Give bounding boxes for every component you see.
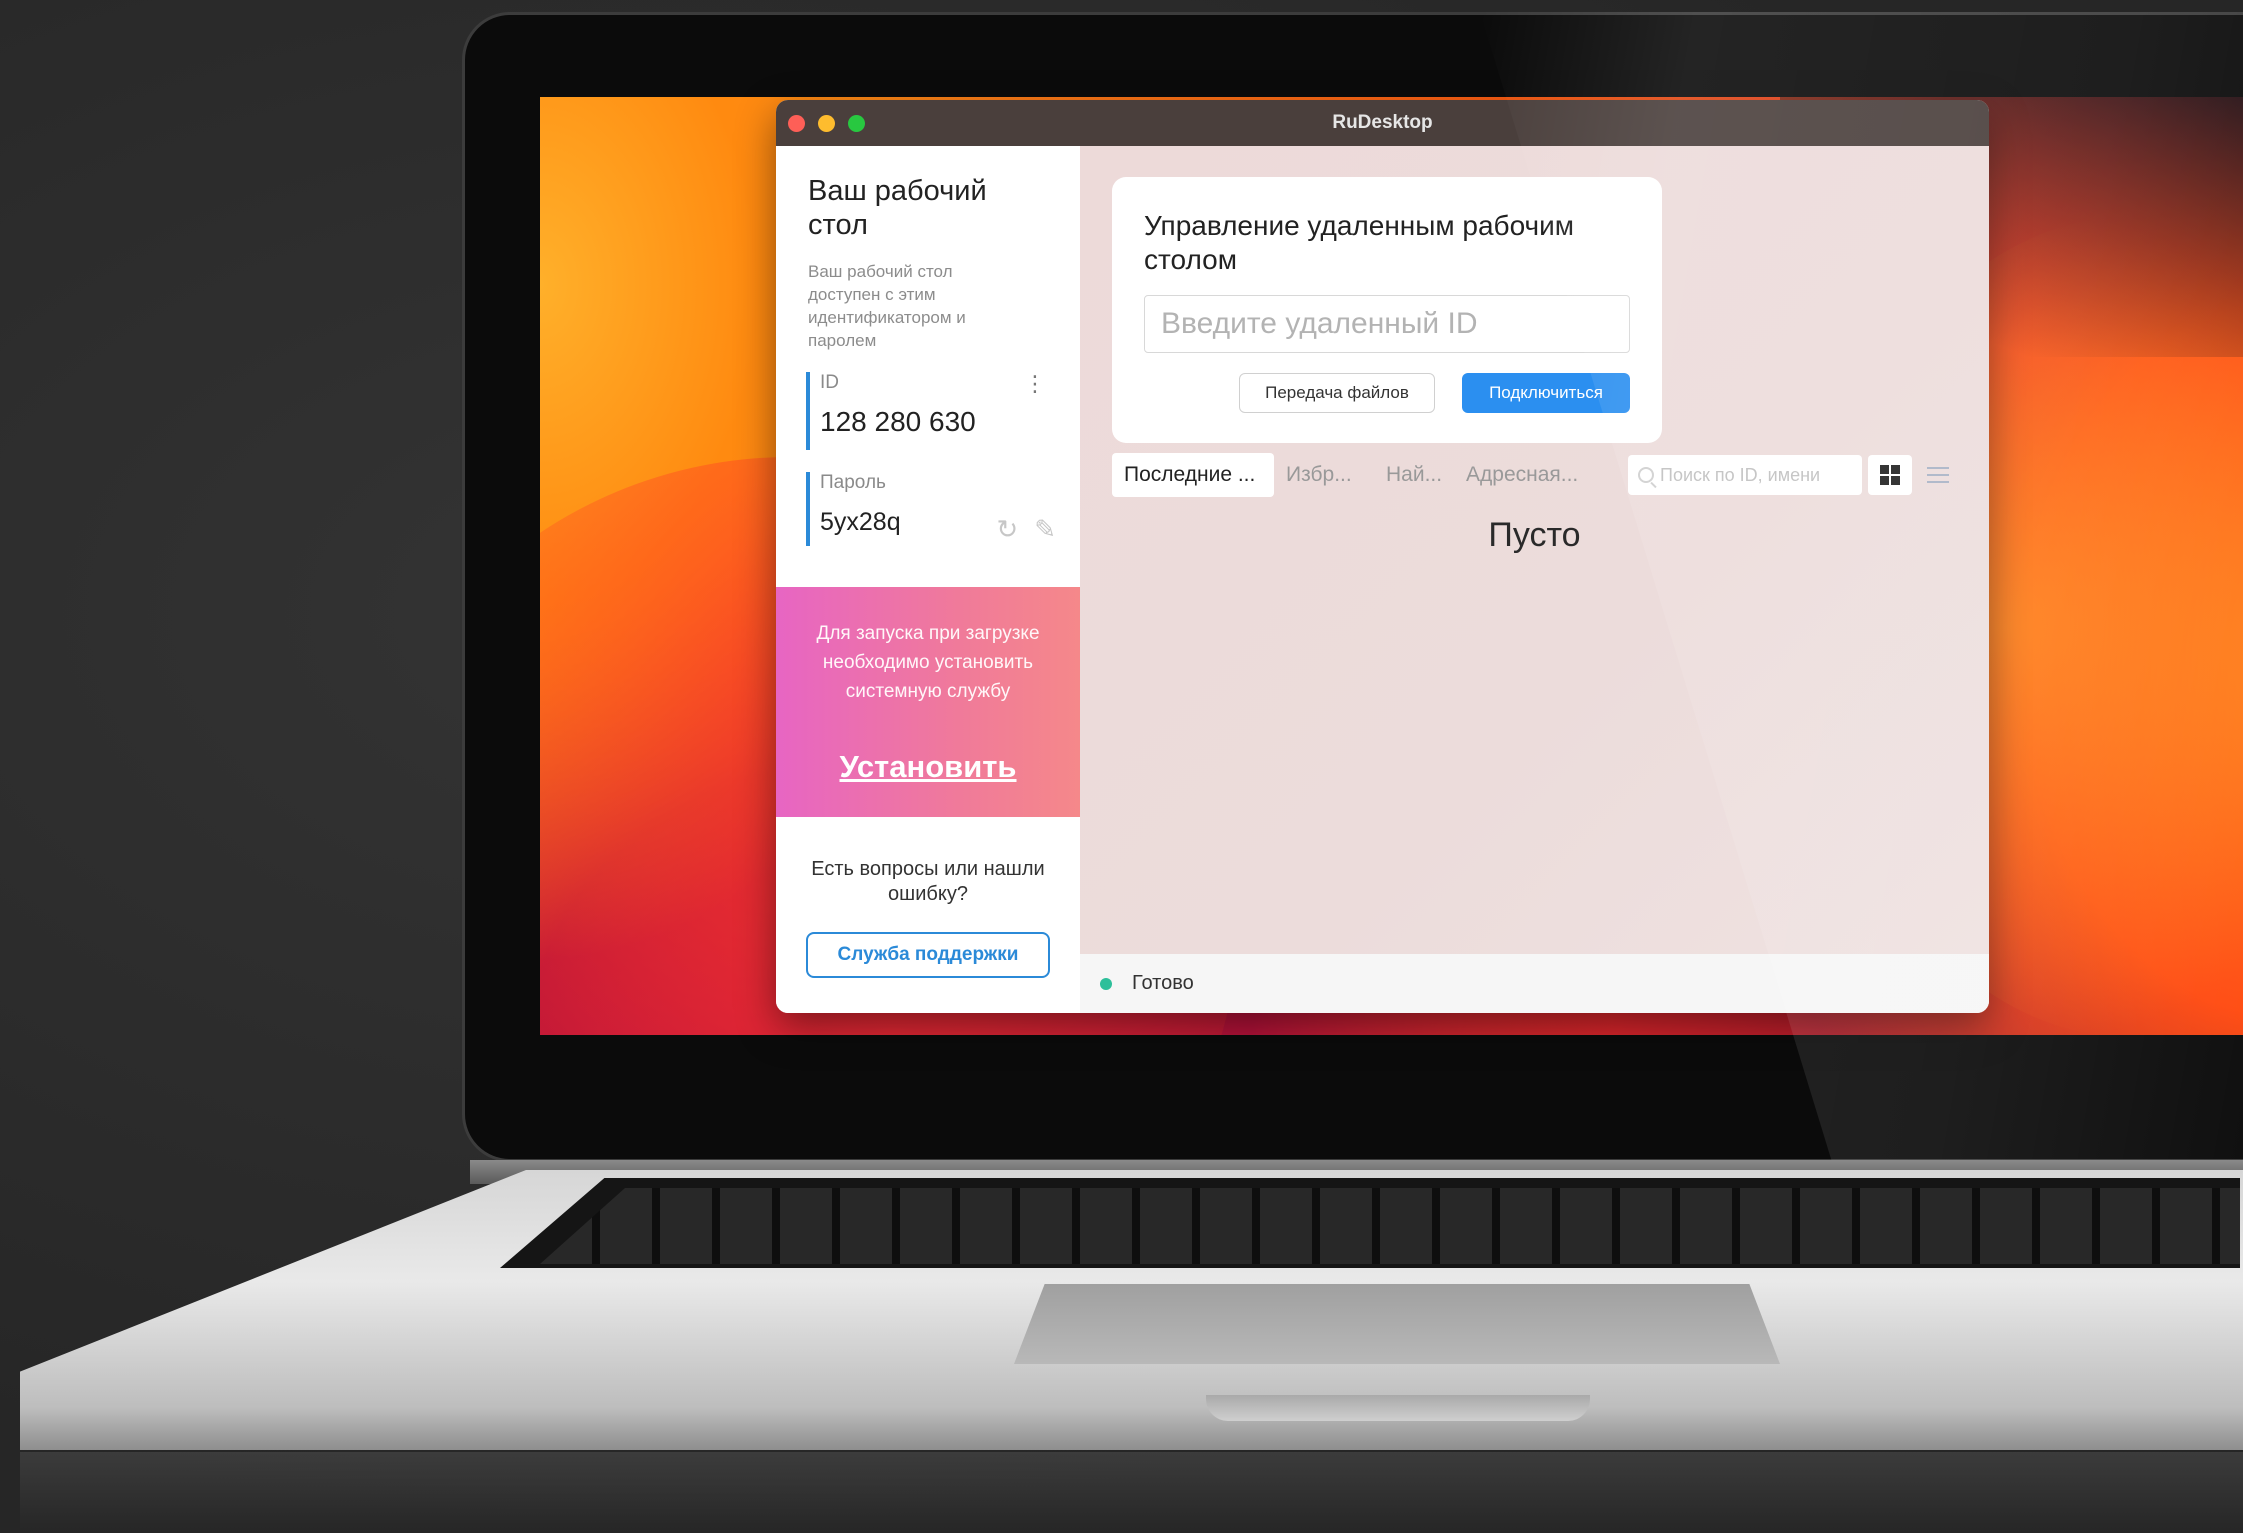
app-window: RuDesktop Ваш рабочий стол Ваш рабочий с… xyxy=(776,100,1989,1013)
more-vertical-icon[interactable]: ⋮ xyxy=(1024,373,1046,395)
sidebar-description: Ваш рабочий стол доступен с этим идентиф… xyxy=(808,262,966,350)
status-bar: Готово xyxy=(1080,954,1989,1013)
remote-id-input[interactable] xyxy=(1144,295,1630,353)
photo-background: RuDesktop Ваш рабочий стол Ваш рабочий с… xyxy=(0,0,2243,1533)
password-field: Пароль 5yx28q ↻ ✎ xyxy=(806,472,1056,546)
id-value[interactable]: 128 280 630 xyxy=(820,406,1056,438)
refresh-icon[interactable]: ↻ xyxy=(996,514,1018,545)
status-dot-icon xyxy=(1100,977,1112,990)
install-service-banner: Для запуска при загрузке необходимо уста… xyxy=(776,587,1080,817)
status-text: Готово xyxy=(1132,972,1194,994)
list-icon xyxy=(1927,467,1949,483)
sidebar: Ваш рабочий стол Ваш рабочий стол доступ… xyxy=(776,146,1080,1013)
empty-state: Пусто xyxy=(1488,516,1581,554)
peer-search xyxy=(1628,455,1862,495)
peer-tabs: Последние ... Избр... Най... Адресная... xyxy=(1112,453,1596,497)
support-button[interactable]: Служба поддержки xyxy=(806,932,1050,978)
title-bar: RuDesktop xyxy=(776,100,1989,146)
window-title: RuDesktop xyxy=(1332,112,1433,133)
remote-control-card: Управление удаленным рабочим столом Пере… xyxy=(1112,177,1662,443)
password-label: Пароль xyxy=(820,472,886,493)
window-zoom-button[interactable] xyxy=(848,115,865,132)
grid-view-button[interactable] xyxy=(1868,455,1912,495)
tab-discovered[interactable]: Най... xyxy=(1374,453,1454,497)
window-minimize-button[interactable] xyxy=(818,115,835,132)
file-transfer-button[interactable]: Передача файлов xyxy=(1239,373,1435,413)
promo-text: Для запуска при загрузке необходимо уста… xyxy=(816,623,1040,702)
grid-icon xyxy=(1880,465,1900,485)
id-field: ID 128 280 630 ⋮ xyxy=(806,372,1056,450)
support-question: Есть вопросы или нашли ошибку? xyxy=(811,858,1045,905)
install-link[interactable]: Установить xyxy=(776,749,1080,785)
search-icon xyxy=(1638,467,1654,483)
tab-address-book[interactable]: Адресная... xyxy=(1454,453,1596,497)
window-close-button[interactable] xyxy=(788,115,805,132)
search-input[interactable] xyxy=(1660,464,1850,486)
main-panel: Управление удаленным рабочим столом Пере… xyxy=(1080,146,1989,954)
laptop-trackpad xyxy=(1014,1284,1780,1364)
tab-recent[interactable]: Последние ... xyxy=(1112,453,1274,497)
connect-button[interactable]: Подключиться xyxy=(1462,373,1630,413)
pencil-icon[interactable]: ✎ xyxy=(1034,514,1056,545)
list-view-button[interactable] xyxy=(1918,455,1958,495)
id-label: ID xyxy=(820,372,839,393)
remote-control-title: Управление удаленным рабочим столом xyxy=(1144,210,1575,275)
tab-favorites[interactable]: Избр... xyxy=(1274,453,1374,497)
sidebar-title: Ваш рабочий стол xyxy=(808,175,987,241)
